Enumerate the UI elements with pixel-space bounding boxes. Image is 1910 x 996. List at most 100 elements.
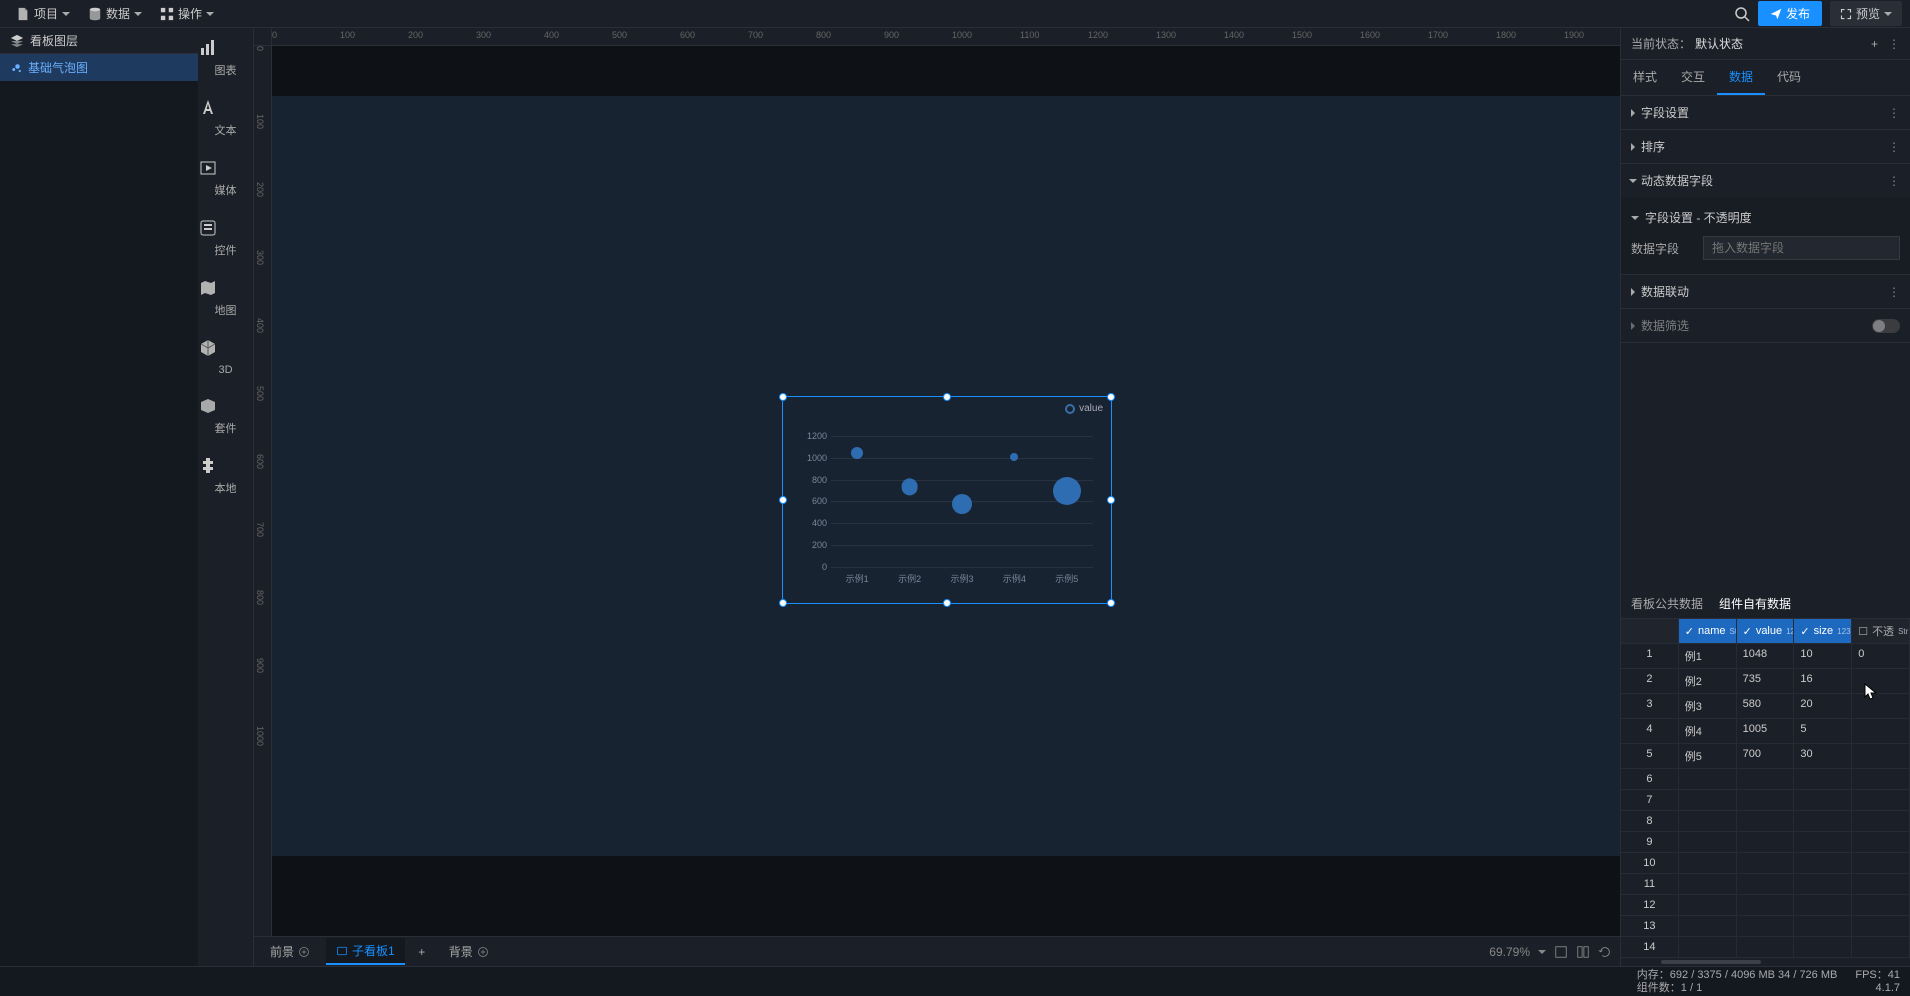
column-header-name[interactable]: ✓nameStr (1679, 619, 1737, 644)
cell-opacity[interactable] (1852, 719, 1910, 744)
cell-name[interactable]: 例2 (1679, 669, 1737, 694)
section-dynamic-field[interactable]: 动态数据字段 ⋮ (1621, 164, 1910, 197)
menu-data[interactable]: 数据 (80, 1, 150, 26)
search-icon[interactable] (1734, 6, 1750, 22)
table-row-empty[interactable]: 14 (1621, 937, 1910, 958)
data-grid[interactable]: ✓nameStr✓value123✓size123☐不透Str1例1104810… (1621, 619, 1910, 958)
table-row-empty[interactable]: 9 (1621, 832, 1910, 853)
cell[interactable] (1794, 895, 1852, 916)
cell[interactable] (1794, 916, 1852, 937)
section-sort[interactable]: 排序 ⋮ (1621, 130, 1910, 163)
cell[interactable] (1737, 895, 1795, 916)
layout-icon[interactable] (1576, 945, 1590, 959)
zoom-dropdown-icon[interactable] (1538, 948, 1546, 956)
tab-foreground[interactable]: 前景 (260, 939, 320, 964)
scrollbar-horizontal[interactable] (1661, 960, 1761, 964)
tool-本地[interactable]: 本地 (198, 446, 254, 506)
cell[interactable] (1679, 937, 1737, 958)
resize-handle[interactable] (943, 393, 951, 401)
cell[interactable] (1679, 853, 1737, 874)
cell[interactable] (1852, 874, 1910, 895)
canvas-inner[interactable]: value 020040060080010001200示例1示例2示例3示例4示… (272, 46, 1620, 936)
table-row-empty[interactable]: 10 (1621, 853, 1910, 874)
cell[interactable] (1794, 811, 1852, 832)
more-icon[interactable]: ⋮ (1888, 106, 1900, 120)
preview-button[interactable]: 预览 (1830, 1, 1902, 26)
cell[interactable] (1737, 832, 1795, 853)
cell[interactable] (1852, 895, 1910, 916)
tab-interact[interactable]: 交互 (1669, 60, 1717, 95)
cell[interactable] (1679, 832, 1737, 853)
cell-value[interactable]: 1048 (1737, 644, 1795, 669)
cell[interactable] (1794, 937, 1852, 958)
cell[interactable] (1679, 916, 1737, 937)
cell[interactable] (1679, 790, 1737, 811)
resize-handle[interactable] (779, 393, 787, 401)
fit-icon[interactable] (1554, 945, 1568, 959)
table-row-empty[interactable]: 11 (1621, 874, 1910, 895)
cell[interactable] (1852, 916, 1910, 937)
subsection-opacity[interactable]: 字段设置 - 不透明度 (1631, 205, 1900, 230)
cell[interactable] (1737, 916, 1795, 937)
tool-文本[interactable]: 文本 (198, 88, 254, 148)
column-header-value[interactable]: ✓value123 (1737, 619, 1795, 644)
tab-child-board[interactable]: 子看板1 (326, 938, 405, 965)
resize-handle[interactable] (1107, 496, 1115, 504)
tool-控件[interactable]: 控件 (198, 208, 254, 268)
table-row-empty[interactable]: 12 (1621, 895, 1910, 916)
cell-value[interactable]: 580 (1737, 694, 1795, 719)
cell-value[interactable]: 735 (1737, 669, 1795, 694)
cell-opacity[interactable]: 0 (1852, 644, 1910, 669)
cell[interactable] (1679, 874, 1737, 895)
resize-handle[interactable] (779, 496, 787, 504)
cell[interactable] (1852, 769, 1910, 790)
cell-name[interactable]: 例1 (1679, 644, 1737, 669)
cell[interactable] (1794, 832, 1852, 853)
section-data-link[interactable]: 数据联动 ⋮ (1621, 275, 1910, 308)
tab-component-data[interactable]: 组件自有数据 (1719, 589, 1791, 618)
cell[interactable] (1737, 874, 1795, 895)
filter-toggle[interactable] (1872, 319, 1900, 333)
table-row[interactable]: 1例11048100 (1621, 644, 1910, 669)
more-icon[interactable]: ⋮ (1888, 174, 1900, 188)
tab-data[interactable]: 数据 (1717, 60, 1765, 95)
add-tab-button[interactable]: + (411, 941, 433, 963)
cell[interactable] (1852, 832, 1910, 853)
refresh-icon[interactable] (1598, 945, 1612, 959)
tab-board-data[interactable]: 看板公共数据 (1631, 589, 1703, 618)
cell-opacity[interactable] (1852, 694, 1910, 719)
cell[interactable] (1679, 811, 1737, 832)
cell[interactable] (1737, 769, 1795, 790)
tool-图表[interactable]: 图表 (198, 28, 254, 88)
cell-size[interactable]: 5 (1794, 719, 1852, 744)
cell[interactable] (1794, 769, 1852, 790)
cell-name[interactable]: 例5 (1679, 744, 1737, 769)
cell-value[interactable]: 1005 (1737, 719, 1795, 744)
table-row-empty[interactable]: 8 (1621, 811, 1910, 832)
cell-name[interactable]: 例4 (1679, 719, 1737, 744)
add-state-button[interactable]: + (1867, 37, 1882, 51)
cell-opacity[interactable] (1852, 669, 1910, 694)
cell-value[interactable]: 700 (1737, 744, 1795, 769)
cell[interactable] (1794, 853, 1852, 874)
more-icon[interactable]: ⋮ (1888, 285, 1900, 299)
section-data-filter[interactable]: 数据筛选 (1621, 309, 1910, 342)
tab-code[interactable]: 代码 (1765, 60, 1813, 95)
cell-size[interactable]: 10 (1794, 644, 1852, 669)
cell[interactable] (1737, 853, 1795, 874)
table-row[interactable]: 4例410055 (1621, 719, 1910, 744)
column-header-不透[interactable]: ☐不透Str (1852, 619, 1910, 644)
table-row-empty[interactable]: 13 (1621, 916, 1910, 937)
data-field-input[interactable] (1703, 236, 1900, 260)
resize-handle[interactable] (1107, 599, 1115, 607)
plus-circle-icon[interactable] (477, 946, 489, 958)
tool-媒体[interactable]: 媒体 (198, 148, 254, 208)
state-value[interactable]: 默认状态 (1695, 35, 1867, 52)
cell[interactable] (1852, 790, 1910, 811)
tool-3D[interactable]: 3D (198, 328, 254, 386)
cell[interactable] (1679, 769, 1737, 790)
table-row-empty[interactable]: 7 (1621, 790, 1910, 811)
cell[interactable] (1737, 937, 1795, 958)
tool-套件[interactable]: 套件 (198, 386, 254, 446)
cell-size[interactable]: 30 (1794, 744, 1852, 769)
